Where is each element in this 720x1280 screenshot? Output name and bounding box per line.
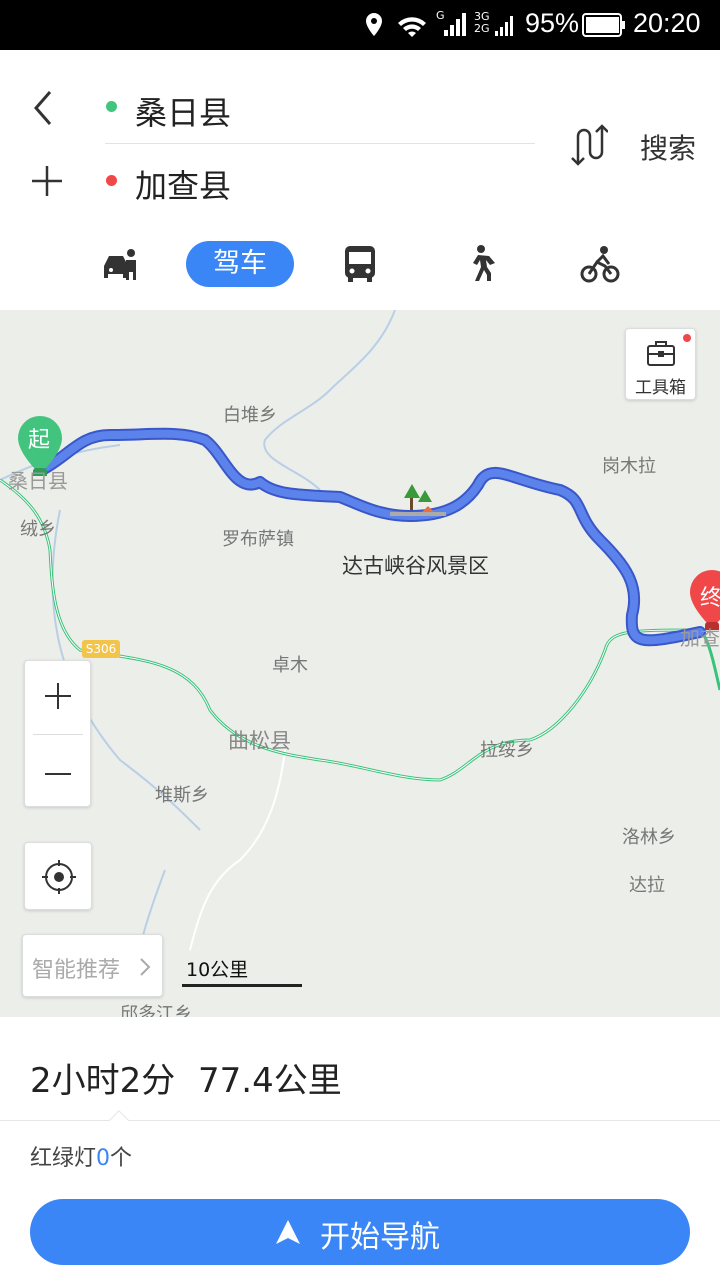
bus-icon[interactable] — [343, 244, 377, 284]
road-badge: S306 — [82, 640, 120, 658]
place-label: 拉绥乡 — [480, 740, 534, 761]
search-button[interactable]: 搜索 — [640, 127, 696, 167]
locate-icon — [42, 860, 76, 894]
traffic-suffix: 个 — [110, 1146, 133, 1171]
map-view[interactable]: 起 终 白堆乡 桑日县 绒乡 罗布萨镇 岗木拉 达古峡谷风景区 加查 S306 … — [0, 310, 720, 1017]
walk-icon[interactable] — [463, 244, 495, 284]
battery-icon — [582, 13, 625, 37]
map-canvas — [0, 310, 720, 991]
status-bar: G 3G 2G 95% 20:20 — [0, 0, 720, 50]
zoom-in-icon[interactable] — [43, 681, 73, 711]
scale-bar — [182, 984, 302, 987]
end-marker-label: 终 — [700, 586, 720, 611]
place-label: 堆斯乡 — [155, 785, 209, 806]
pointer-notch — [109, 1110, 129, 1130]
taxi-icon[interactable] — [100, 244, 140, 284]
traffic-lights-info: 红绿灯0个 — [30, 1140, 132, 1172]
signal-icon — [444, 13, 466, 36]
distance: 77.4公里 — [198, 1061, 342, 1101]
place-label: 绒乡 — [20, 519, 56, 540]
route-summary-panel: 2小时2分 77.4公里 红绿灯0个 开始导航 — [0, 1017, 720, 1280]
destination-field[interactable]: 加查县 — [135, 161, 231, 207]
wifi-icon — [398, 17, 426, 37]
signal2-icon — [495, 16, 513, 36]
toolbox-label: 工具箱 — [635, 378, 686, 398]
divider — [105, 143, 535, 144]
destination-dot — [106, 175, 117, 186]
clock: 20:20 — [633, 8, 701, 38]
toolbox-button[interactable]: 工具箱 — [625, 328, 696, 400]
place-label: 罗布萨镇 — [222, 529, 294, 550]
toolbox-icon — [647, 341, 675, 366]
add-waypoint-icon[interactable] — [30, 164, 64, 198]
locate-button[interactable] — [24, 842, 92, 910]
divider — [33, 734, 83, 735]
place-label: 白堆乡 — [223, 405, 277, 426]
zoom-control — [24, 660, 91, 807]
start-navigation-button[interactable]: 开始导航 — [30, 1199, 690, 1265]
duration: 2小时2分 — [30, 1061, 176, 1101]
origin-dot — [106, 101, 117, 112]
swap-icon[interactable] — [568, 124, 608, 166]
network-label: 3G 2G — [474, 10, 490, 35]
traffic-prefix: 红绿灯 — [30, 1146, 97, 1171]
mode-drive-tab[interactable]: 驾车 — [186, 241, 294, 287]
divider — [0, 1120, 720, 1121]
place-label: 加查 — [680, 626, 720, 650]
place-label: 卓木 — [272, 655, 308, 676]
smart-recommend-label: 智能推荐 — [32, 958, 121, 983]
zoom-out-icon[interactable] — [43, 759, 73, 789]
poi-label[interactable]: 达古峡谷风景区 — [342, 550, 489, 580]
route-panel: 桑日县 加查县 搜索 驾车 — [0, 50, 720, 310]
traffic-count: 0 — [96, 1146, 111, 1171]
place-label: 桑日县 — [8, 469, 68, 493]
place-label: 曲松县 — [228, 729, 291, 753]
notification-dot — [683, 334, 691, 342]
origin-field[interactable]: 桑日县 — [135, 88, 231, 134]
place-label: 达拉 — [629, 875, 665, 896]
back-icon[interactable] — [30, 88, 56, 128]
scale-label: 10公里 — [186, 959, 249, 981]
start-navigation-label: 开始导航 — [320, 1220, 440, 1255]
location-icon — [366, 13, 382, 36]
place-label: 邱多江乡 — [120, 1004, 192, 1017]
navigation-arrow-icon — [276, 1220, 300, 1244]
battery-percent: 95% — [525, 8, 580, 38]
chevron-right-icon — [140, 958, 151, 976]
bike-icon[interactable] — [580, 244, 620, 284]
place-label: 岗木拉 — [602, 456, 656, 477]
place-label: 洛林乡 — [622, 827, 676, 848]
start-marker-label: 起 — [28, 428, 51, 453]
smart-recommend-button[interactable]: 智能推荐 — [22, 934, 163, 997]
